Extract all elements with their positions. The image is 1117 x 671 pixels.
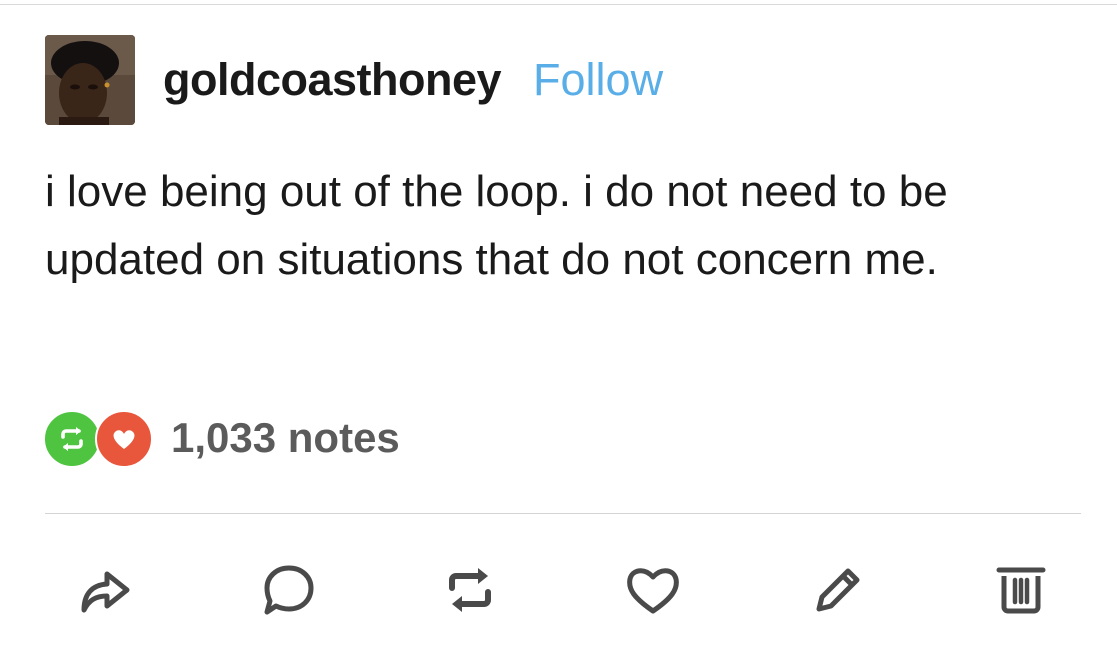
- notes-summary[interactable]: 1,033 notes: [43, 410, 400, 468]
- username[interactable]: goldcoasthoney: [163, 54, 502, 106]
- post-header: goldcoasthoney Follow: [45, 35, 663, 125]
- speech-bubble-icon: [264, 565, 314, 615]
- heart-icon: [627, 568, 679, 614]
- post-text: i love being out of the loop. i do not n…: [45, 167, 948, 284]
- share-button[interactable]: [69, 555, 139, 625]
- avatar-image: [45, 35, 135, 125]
- follow-button[interactable]: Follow: [533, 54, 663, 106]
- note-badges: [43, 410, 155, 468]
- post-actions: [0, 555, 1117, 625]
- top-divider: [0, 4, 1117, 5]
- reblog-badge: [43, 410, 101, 468]
- reply-button[interactable]: [254, 555, 324, 625]
- reblog-icon: [449, 568, 491, 612]
- like-button[interactable]: [618, 555, 688, 625]
- avatar[interactable]: [45, 35, 135, 125]
- heart-icon: [113, 430, 135, 449]
- like-badge: [95, 410, 153, 468]
- notes-count[interactable]: 1,033 notes: [171, 414, 400, 462]
- share-arrow-icon: [81, 571, 130, 613]
- reblog-button[interactable]: [435, 555, 505, 625]
- actions-divider: [45, 513, 1081, 514]
- reblog-icon: [61, 427, 83, 451]
- edit-button[interactable]: [803, 555, 873, 625]
- pencil-icon: [816, 568, 860, 612]
- trash-icon: [996, 567, 1046, 614]
- delete-button[interactable]: [986, 555, 1056, 625]
